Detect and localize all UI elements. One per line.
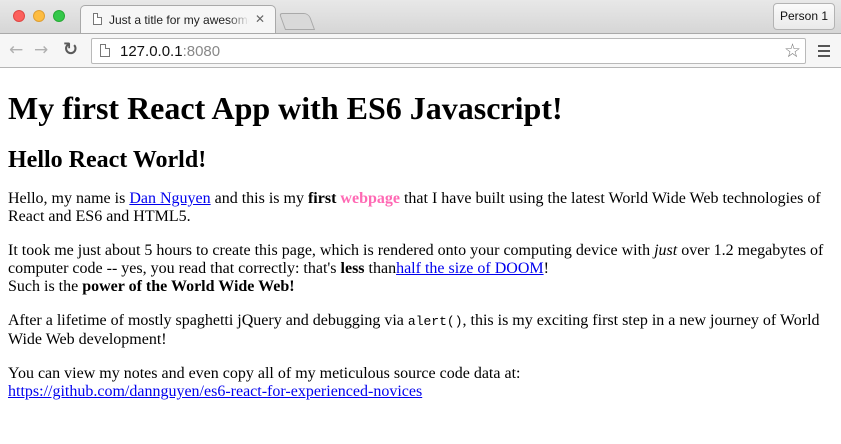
webpage-highlight: webpage [340,190,400,207]
close-window-button[interactable] [13,10,25,22]
url-text[interactable]: 127.0.0.1:8080 [120,43,220,60]
author-link[interactable]: Dan Nguyen [129,190,210,207]
url-port: :8080 [182,43,221,60]
jquery-text-1: After a lifetime of mostly spaghetti jQu… [8,312,408,329]
back-arrow-icon[interactable]: ← [9,41,23,59]
jquery-paragraph: After a lifetime of mostly spaghetti jQu… [8,312,834,349]
source-text: You can view my notes and even copy all … [8,365,521,382]
reload-icon[interactable]: ↻ [63,41,78,59]
maximize-window-button[interactable] [53,10,65,22]
less-bold: less [340,260,365,277]
minimize-window-button[interactable] [33,10,45,22]
tab-strip: Just a title for my awesome webpage ✕ Pe… [0,0,841,34]
time-text-1: It took me just about 5 hours to create … [8,242,655,259]
new-tab-button[interactable] [278,13,316,30]
close-tab-icon[interactable]: ✕ [255,12,265,26]
forward-arrow-icon[interactable]: → [34,41,48,59]
time-text-4: ! [543,260,549,277]
page-content: My first React App with ES6 Javascript! … [8,68,834,438]
profile-button[interactable]: Person 1 [773,3,835,30]
just-italic: just [654,242,678,259]
browser-toolbar: ← → ↻ 127.0.0.1:8080 ☆ [0,33,841,68]
bookmark-star-icon[interactable]: ☆ [784,40,801,62]
intro-text-1: Hello, my name is [8,190,130,207]
power-bold: power of the World Wide Web! [82,278,295,295]
source-paragraph: You can view my notes and even copy all … [8,365,834,401]
tab-title: Just a title for my awesome webpage [109,13,249,27]
page-icon [100,44,110,57]
intro-paragraph: Hello, my name is Dan Nguyen and this is… [8,190,834,226]
repo-link[interactable]: https://github.com/dannguyen/es6-react-f… [8,383,422,400]
doom-link[interactable]: half the size of DOOM [396,260,544,277]
first-bold: first [307,190,337,207]
intro-text-2: and this is my [210,190,308,207]
url-host: 127.0.0.1 [120,43,183,60]
alert-code: alert() [407,314,463,329]
address-bar[interactable]: 127.0.0.1:8080 ☆ [91,38,806,64]
page-title: My first React App with ES6 Javascript! [8,90,563,126]
page-subtitle: Hello React World! [8,147,207,173]
document-icon [93,13,102,25]
time-text-3: than [364,260,397,277]
browser-chrome: Just a title for my awesome webpage ✕ Pe… [0,0,841,68]
browser-tab[interactable]: Just a title for my awesome webpage ✕ [80,5,276,34]
time-paragraph: It took me just about 5 hours to create … [8,242,834,296]
power-text: Such is the [8,278,83,295]
hamburger-menu-icon[interactable] [818,45,830,60]
